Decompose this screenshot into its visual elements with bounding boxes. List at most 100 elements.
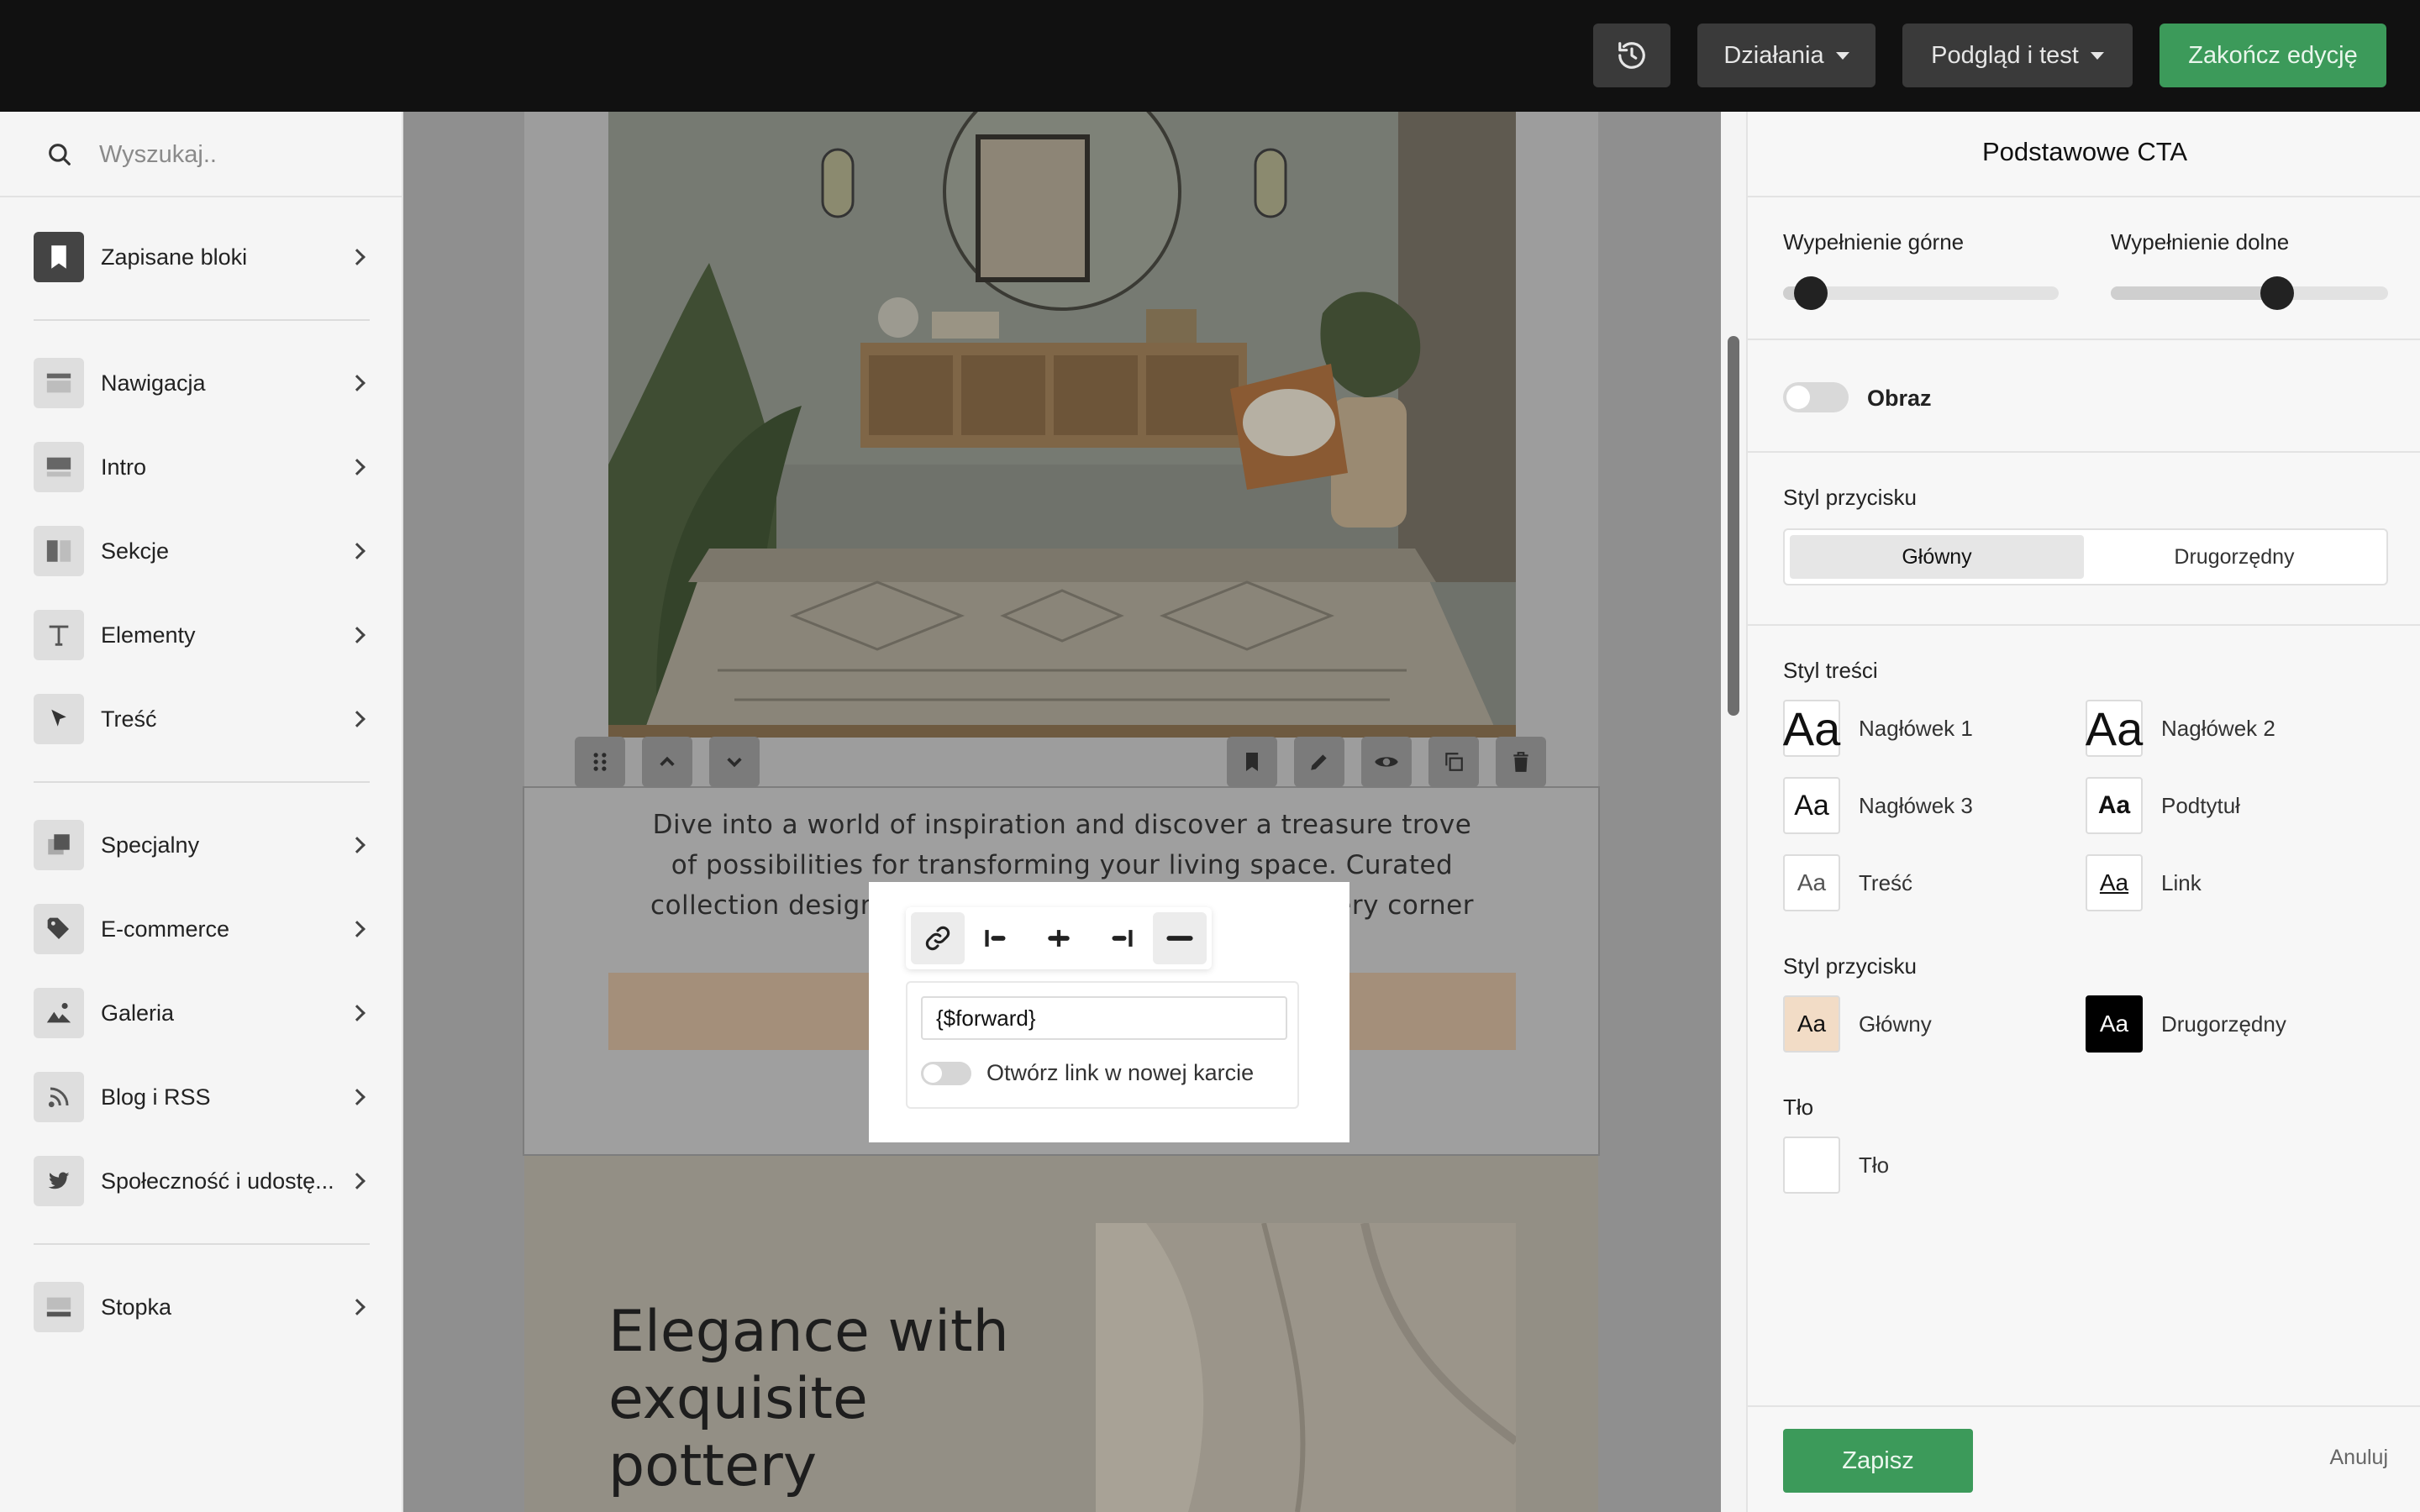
divider bbox=[1748, 339, 2420, 340]
align-right-icon bbox=[1112, 930, 1133, 947]
divider bbox=[34, 319, 370, 321]
edit-block-button[interactable] bbox=[1294, 737, 1344, 787]
arrow-down-icon bbox=[727, 758, 742, 768]
padding-bottom-label: Wypełnienie dolne bbox=[2111, 229, 2290, 255]
image-toggle-label: Obraz bbox=[1867, 386, 1932, 411]
slider-fill bbox=[2111, 286, 2277, 300]
full-width-button[interactable] bbox=[1153, 912, 1207, 964]
button-style-secondary[interactable]: Drugorzędny bbox=[2087, 535, 2381, 579]
editor-canvas: Dive into a world of inspiration and dis… bbox=[403, 112, 1721, 1512]
sidebar-item-ecommerce[interactable]: E-commerce bbox=[34, 903, 370, 955]
delete-block-button[interactable] bbox=[1496, 737, 1546, 787]
settings-panel: Podstawowe CTA Wypełnienie górne Wypełni… bbox=[1746, 112, 2420, 1512]
style-subtitle[interactable]: Aa Podtytuł bbox=[2086, 777, 2240, 834]
sidebar-item-special[interactable]: Specjalny bbox=[34, 819, 370, 871]
image-icon bbox=[34, 988, 84, 1038]
image-toggle[interactable] bbox=[1783, 382, 1849, 412]
link-popover: Otwórz link w nowej karcie bbox=[869, 882, 1349, 1142]
align-center-button[interactable] bbox=[1032, 912, 1086, 964]
link-url-input[interactable] bbox=[921, 996, 1287, 1040]
chevron-right-icon bbox=[349, 837, 366, 853]
full-width-icon bbox=[1166, 936, 1193, 941]
move-down-button[interactable] bbox=[709, 737, 760, 787]
sidebar-item-label: Treść bbox=[101, 706, 157, 732]
sidebar-item-label: Galeria bbox=[101, 1000, 175, 1026]
feature-section[interactable]: Elegance with exquisite pottery bbox=[524, 1156, 1598, 1512]
pottery-image[interactable] bbox=[1096, 1223, 1516, 1512]
background-label: Tło bbox=[1783, 1095, 1814, 1120]
duplicate-block-button[interactable] bbox=[1428, 737, 1479, 787]
drag-handle-icon bbox=[593, 753, 607, 771]
style-heading-1[interactable]: Aa Nagłówek 1 bbox=[1783, 700, 1973, 757]
actions-dropdown[interactable]: Działania bbox=[1697, 24, 1876, 87]
sidebar-item-label: E-commerce bbox=[101, 916, 230, 942]
padding-top-slider[interactable] bbox=[1783, 276, 2059, 310]
new-tab-toggle[interactable] bbox=[921, 1062, 971, 1085]
history-button[interactable] bbox=[1593, 24, 1670, 87]
sidebar-item-saved-blocks[interactable]: Zapisane bloki bbox=[34, 231, 370, 283]
sidebar-item-intro[interactable]: Intro bbox=[34, 441, 370, 493]
section-title[interactable]: Elegance with exquisite pottery bbox=[608, 1299, 1045, 1500]
search-bar bbox=[0, 112, 402, 197]
hero-image[interactable] bbox=[608, 112, 1516, 738]
align-right-button[interactable] bbox=[1092, 912, 1146, 964]
style-link[interactable]: Aa Link bbox=[2086, 854, 2202, 911]
background-swatch[interactable]: Tło bbox=[1783, 1137, 1889, 1194]
save-block-button[interactable] bbox=[1227, 737, 1277, 787]
move-up-button[interactable] bbox=[642, 737, 692, 787]
preview-dropdown[interactable]: Podgląd i test bbox=[1902, 24, 2133, 87]
sidebar-item-label: Społeczność i udostę... bbox=[101, 1168, 334, 1194]
style-body[interactable]: Aa Treść bbox=[1783, 854, 1912, 911]
copy-icon bbox=[1445, 753, 1463, 771]
rss-icon bbox=[34, 1072, 84, 1122]
drag-handle-button[interactable] bbox=[575, 737, 625, 787]
navigation-block-icon bbox=[34, 358, 84, 408]
sidebar-item-blog-rss[interactable]: Blog i RSS bbox=[34, 1071, 370, 1123]
twitter-bird-icon bbox=[34, 1156, 84, 1206]
style-sample: Aa bbox=[1783, 700, 1840, 757]
link-tool-button[interactable] bbox=[911, 912, 965, 964]
sidebar-item-label: Blog i RSS bbox=[101, 1084, 211, 1110]
padding-top-label: Wypełnienie górne bbox=[1783, 229, 1965, 255]
sidebar-item-content[interactable]: Treść bbox=[34, 693, 370, 745]
slider-thumb[interactable] bbox=[2260, 276, 2294, 310]
toggle-visibility-button[interactable] bbox=[1361, 737, 1412, 787]
sidebar-item-label: Intro bbox=[101, 454, 147, 480]
sidebar-item-navigation[interactable]: Nawigacja bbox=[34, 357, 370, 409]
text-t-icon bbox=[34, 610, 84, 660]
cancel-link[interactable]: Anuluj bbox=[2330, 1446, 2389, 1470]
search-input[interactable] bbox=[99, 134, 376, 176]
button-style-segmented: Główny Drugorzędny bbox=[1783, 528, 2388, 585]
style-name: Drugorzędny bbox=[2161, 1011, 2286, 1037]
slider-thumb[interactable] bbox=[1793, 276, 1828, 310]
finish-editing-button[interactable]: Zakończ edycję bbox=[2160, 24, 2386, 87]
chevron-right-icon bbox=[349, 543, 366, 559]
button-style-secondary-swatch[interactable]: Aa Drugorzędny bbox=[2086, 995, 2286, 1053]
sidebar-item-sections[interactable]: Sekcje bbox=[34, 525, 370, 577]
sidebar-item-social[interactable]: Społeczność i udostę... bbox=[34, 1155, 370, 1207]
divider bbox=[1748, 624, 2420, 626]
button-style-label-2: Styl przycisku bbox=[1783, 953, 1917, 979]
button-style-label: Styl przycisku bbox=[1783, 485, 1917, 510]
blocks-sidebar: Zapisane bloki Nawigacja Intro Sekcje El… bbox=[0, 112, 403, 1512]
align-left-button[interactable] bbox=[971, 912, 1025, 964]
padding-bottom-slider[interactable] bbox=[2111, 276, 2388, 310]
align-center-icon bbox=[1048, 930, 1070, 947]
background-color-swatch bbox=[1783, 1137, 1840, 1194]
sidebar-item-label: Elementy bbox=[101, 622, 196, 648]
button-style-primary[interactable]: Główny bbox=[1790, 535, 2084, 579]
caret-down-icon bbox=[2090, 51, 2104, 60]
button-style-primary-swatch[interactable]: Aa Główny bbox=[1783, 995, 1932, 1053]
sidebar-item-elements[interactable]: Elementy bbox=[34, 609, 370, 661]
divider bbox=[34, 781, 370, 783]
style-heading-3[interactable]: Aa Nagłówek 3 bbox=[1783, 777, 1973, 834]
divider bbox=[34, 1243, 370, 1245]
sidebar-item-gallery[interactable]: Galeria bbox=[34, 987, 370, 1039]
style-heading-2[interactable]: Aa Nagłówek 2 bbox=[2086, 700, 2275, 757]
save-button[interactable]: Zapisz bbox=[1783, 1429, 1973, 1493]
sidebar-item-footer[interactable]: Stopka bbox=[34, 1281, 370, 1333]
chevron-right-icon bbox=[349, 1173, 366, 1189]
style-name: Podtytuł bbox=[2161, 792, 2240, 818]
canvas-scrollbar[interactable] bbox=[1728, 336, 1739, 716]
style-name: Tło bbox=[1859, 1152, 1890, 1178]
